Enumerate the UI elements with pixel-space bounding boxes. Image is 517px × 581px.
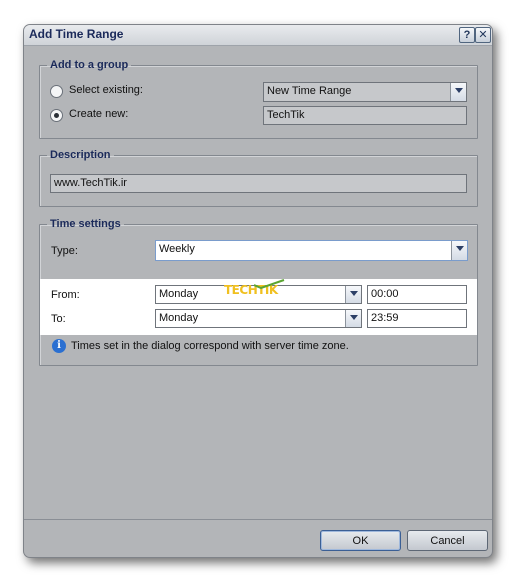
cancel-button[interactable]: Cancel <box>407 530 488 551</box>
add-time-range-dialog: Add Time Range ? ✕ Add to a group Select… <box>23 24 493 558</box>
select-existing-value: New Time Range <box>267 85 352 97</box>
select-existing-label: Select existing: <box>69 84 143 96</box>
type-dropdown[interactable]: Weekly <box>155 240 468 261</box>
info-icon: i <box>52 339 66 353</box>
footer-divider <box>24 519 492 520</box>
chevron-down-icon[interactable] <box>451 241 467 260</box>
close-button[interactable]: ✕ <box>475 27 491 43</box>
title-bar: Add Time Range ? ✕ <box>24 25 492 46</box>
info-text: Times set in the dialog correspond with … <box>71 340 349 352</box>
from-time-input[interactable]: 00:00 <box>367 285 467 304</box>
chevron-down-icon[interactable] <box>450 83 466 101</box>
select-existing-radio[interactable] <box>50 85 63 98</box>
from-day-value: Monday <box>159 288 199 300</box>
help-button[interactable]: ? <box>459 27 475 43</box>
chevron-down-icon[interactable] <box>345 286 361 303</box>
description-legend: Description <box>50 149 111 161</box>
create-new-input[interactable]: TechTik <box>263 106 467 125</box>
select-existing-dropdown[interactable]: New Time Range <box>263 82 467 102</box>
to-time-input[interactable]: 23:59 <box>367 309 467 328</box>
ok-button[interactable]: OK <box>320 530 401 551</box>
create-new-radio[interactable] <box>50 109 63 122</box>
dialog-title: Add Time Range <box>29 27 124 41</box>
type-label: Type: <box>51 245 78 257</box>
to-day-dropdown[interactable]: Monday <box>155 309 362 328</box>
add-to-group-legend: Add to a group <box>50 59 129 71</box>
type-value: Weekly <box>159 243 195 255</box>
to-label: To: <box>51 313 66 325</box>
from-label: From: <box>51 289 80 301</box>
create-new-label: Create new: <box>69 108 129 120</box>
from-day-dropdown[interactable]: Monday <box>155 285 362 304</box>
to-day-value: Monday <box>159 312 199 324</box>
chevron-down-icon[interactable] <box>345 310 361 327</box>
description-input[interactable]: www.TechTik.ir <box>50 174 467 193</box>
time-settings-legend: Time settings <box>50 218 121 230</box>
